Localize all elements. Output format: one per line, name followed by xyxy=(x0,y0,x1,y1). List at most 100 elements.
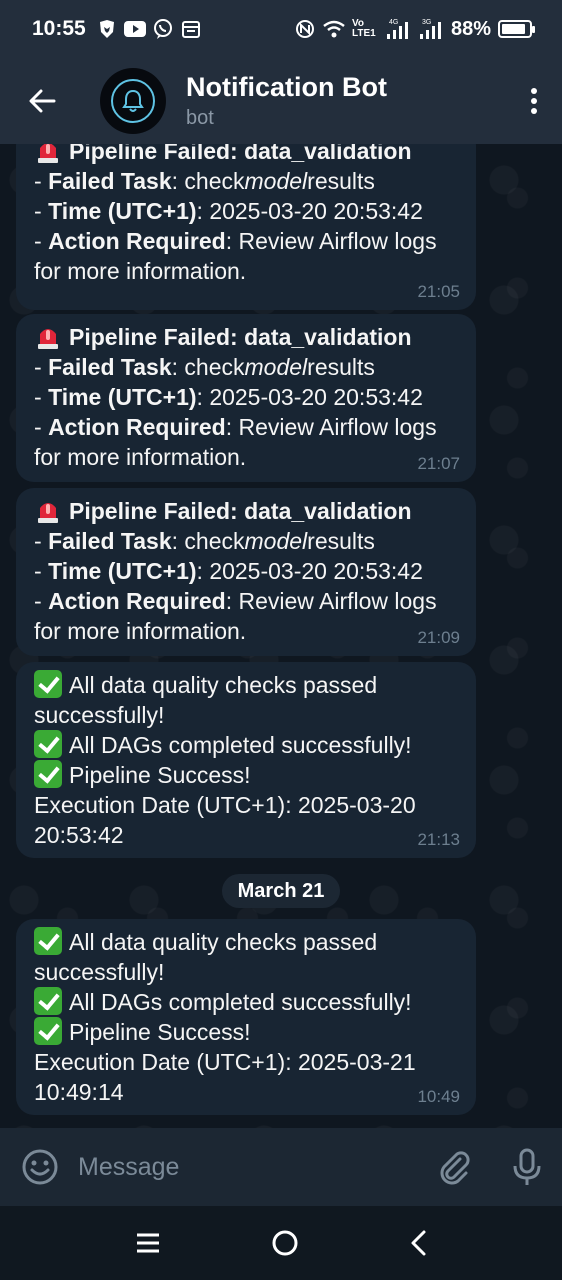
attach-button[interactable] xyxy=(436,1149,472,1185)
check-mark-button-icon xyxy=(34,1017,62,1045)
battery-fill xyxy=(502,24,525,34)
status-bar: 10:55 Vo LTE1 4G 3G 88% xyxy=(0,0,562,58)
task-value-part: results xyxy=(307,354,375,380)
back-button[interactable] xyxy=(0,58,84,144)
task-label: Failed Task xyxy=(48,168,172,194)
message-title-line: Pipeline Failed: data_validation xyxy=(34,144,460,166)
signal-icon-1: 4G xyxy=(385,19,411,39)
rotating-light-icon xyxy=(34,144,62,164)
exec-label: Execution Date (UTC+1) xyxy=(34,1049,286,1075)
message-text: All DAGs completed successfully! xyxy=(69,989,412,1015)
time-label: Time (UTC+1) xyxy=(48,198,197,224)
more-vertical-icon xyxy=(531,88,537,114)
rotating-light-icon xyxy=(34,496,62,524)
message-title-line: Pipeline Failed: data_validation xyxy=(34,322,460,352)
message-action-continued: for more information. xyxy=(34,618,247,644)
smile-icon xyxy=(22,1149,58,1185)
nfc-icon xyxy=(294,19,316,39)
message-title: Pipeline Failed: data_validation xyxy=(69,498,412,524)
exec-label: Execution Date (UTC+1) xyxy=(34,792,286,818)
message-check-line: All data quality checks passed xyxy=(34,927,460,957)
voice-button[interactable] xyxy=(512,1147,542,1187)
signal-icon-2: 3G xyxy=(418,19,444,39)
message-timestamp: 10:49 xyxy=(417,1087,460,1106)
message-title: Pipeline Failed: data_validation xyxy=(69,144,412,164)
message-exec-time: 10:49:14 xyxy=(34,1079,124,1105)
home-button[interactable] xyxy=(271,1229,299,1257)
message-action-line: - Action Required: Review Airflow logs xyxy=(34,414,437,440)
check-mark-button-icon xyxy=(34,670,62,698)
message-text: Pipeline Success! xyxy=(69,762,251,788)
microphone-icon xyxy=(513,1148,541,1185)
youtube-icon xyxy=(123,19,146,39)
message-bubble[interactable]: All data quality checks passed successfu… xyxy=(16,662,476,858)
action-label: Action Required xyxy=(48,228,226,254)
chat-title-block[interactable]: Notification Bot bot xyxy=(186,71,387,131)
avatar[interactable] xyxy=(100,68,166,134)
status-system-icons: Vo LTE1 4G 3G 88% xyxy=(294,17,535,41)
message-input[interactable]: Message xyxy=(78,1153,179,1182)
message-time-line: - Time (UTC+1): 2025-03-20 20:53:42 xyxy=(34,558,423,584)
message-check-line: Pipeline Success! xyxy=(34,760,460,790)
check-mark-button-icon xyxy=(34,760,62,788)
task-value-italic: model xyxy=(244,528,308,554)
message-timestamp: 21:05 xyxy=(417,282,460,301)
chat-header: Notification Bot bot xyxy=(0,58,562,144)
net-type-2: 3G xyxy=(422,19,431,26)
message-text: All DAGs completed successfully! xyxy=(69,732,412,758)
message-timestamp: 21:09 xyxy=(417,628,460,647)
message-bubble[interactable]: Pipeline Failed: data_validation - Faile… xyxy=(16,488,476,656)
rotating-light-icon xyxy=(34,322,62,350)
message-title-line: Pipeline Failed: data_validation xyxy=(34,496,460,526)
message-time-line: - Time (UTC+1): 2025-03-20 20:53:42 xyxy=(34,384,423,410)
action-label: Action Required xyxy=(48,414,226,440)
more-options-button[interactable] xyxy=(506,58,562,144)
message-text: Pipeline Success! xyxy=(69,1019,251,1045)
chat-title: Notification Bot xyxy=(186,72,387,102)
message-task-line: - Failed Task: checkmodelresults xyxy=(34,354,375,380)
input-actions xyxy=(436,1147,542,1187)
message-time-line: - Time (UTC+1): 2025-03-20 20:53:42 xyxy=(34,198,423,224)
chat-area[interactable]: Pipeline Failed: data_validation - Faile… xyxy=(0,144,562,1128)
back-nav-button[interactable] xyxy=(409,1229,427,1257)
message-check-line: All DAGs completed successfully! xyxy=(34,987,460,1017)
message-exec-line: Execution Date (UTC+1): 2025-03-20 xyxy=(34,792,416,818)
message-bubble[interactable]: All data quality checks passed successfu… xyxy=(16,919,476,1115)
task-value-part: results xyxy=(307,168,375,194)
battery-icon xyxy=(498,20,535,38)
battery-percent: 88% xyxy=(450,17,491,40)
task-value-part: check xyxy=(184,168,245,194)
viber-icon xyxy=(152,19,174,39)
message-task-line: - Failed Task: checkmodelresults xyxy=(34,528,375,554)
message-action-continued: for more information. xyxy=(34,258,247,284)
message-task-line: - Failed Task: checkmodelresults xyxy=(34,168,375,194)
message-title: Pipeline Failed: data_validation xyxy=(69,324,412,350)
task-value-italic: model xyxy=(244,354,308,380)
message-input-bar: Message xyxy=(0,1128,562,1206)
recent-apps-button[interactable] xyxy=(135,1232,161,1254)
date-separator: March 21 xyxy=(222,874,340,908)
task-label: Failed Task xyxy=(48,528,172,554)
task-value-part: results xyxy=(307,528,375,554)
message-check-line-cont: successfully! xyxy=(34,702,165,728)
volte-label: Vo LTE1 xyxy=(351,18,376,39)
check-mark-button-icon xyxy=(34,730,62,758)
status-time: 10:55 xyxy=(32,17,86,40)
message-action-line: - Action Required: Review Airflow logs xyxy=(34,588,437,614)
check-mark-button-icon xyxy=(34,987,62,1015)
time-value: 2025-03-20 20:53:42 xyxy=(209,558,423,584)
system-nav-bar xyxy=(0,1206,562,1280)
message-bubble[interactable]: Pipeline Failed: data_validation - Faile… xyxy=(16,314,476,482)
message-action-line: - Action Required: Review Airflow logs xyxy=(34,228,437,254)
message-text: All data quality checks passed xyxy=(69,929,378,955)
action-value: Review Airflow logs xyxy=(238,228,437,254)
task-value-part: check xyxy=(184,354,245,380)
wifi-icon xyxy=(323,19,345,39)
message-bubble[interactable]: Pipeline Failed: data_validation - Faile… xyxy=(16,144,476,310)
emoji-button[interactable] xyxy=(20,1147,60,1187)
task-value-italic: model xyxy=(244,168,308,194)
paperclip-icon xyxy=(440,1151,470,1185)
check-mark-button-icon xyxy=(34,927,62,955)
home-circle-icon xyxy=(272,1230,298,1256)
calendar-icon xyxy=(180,19,202,39)
